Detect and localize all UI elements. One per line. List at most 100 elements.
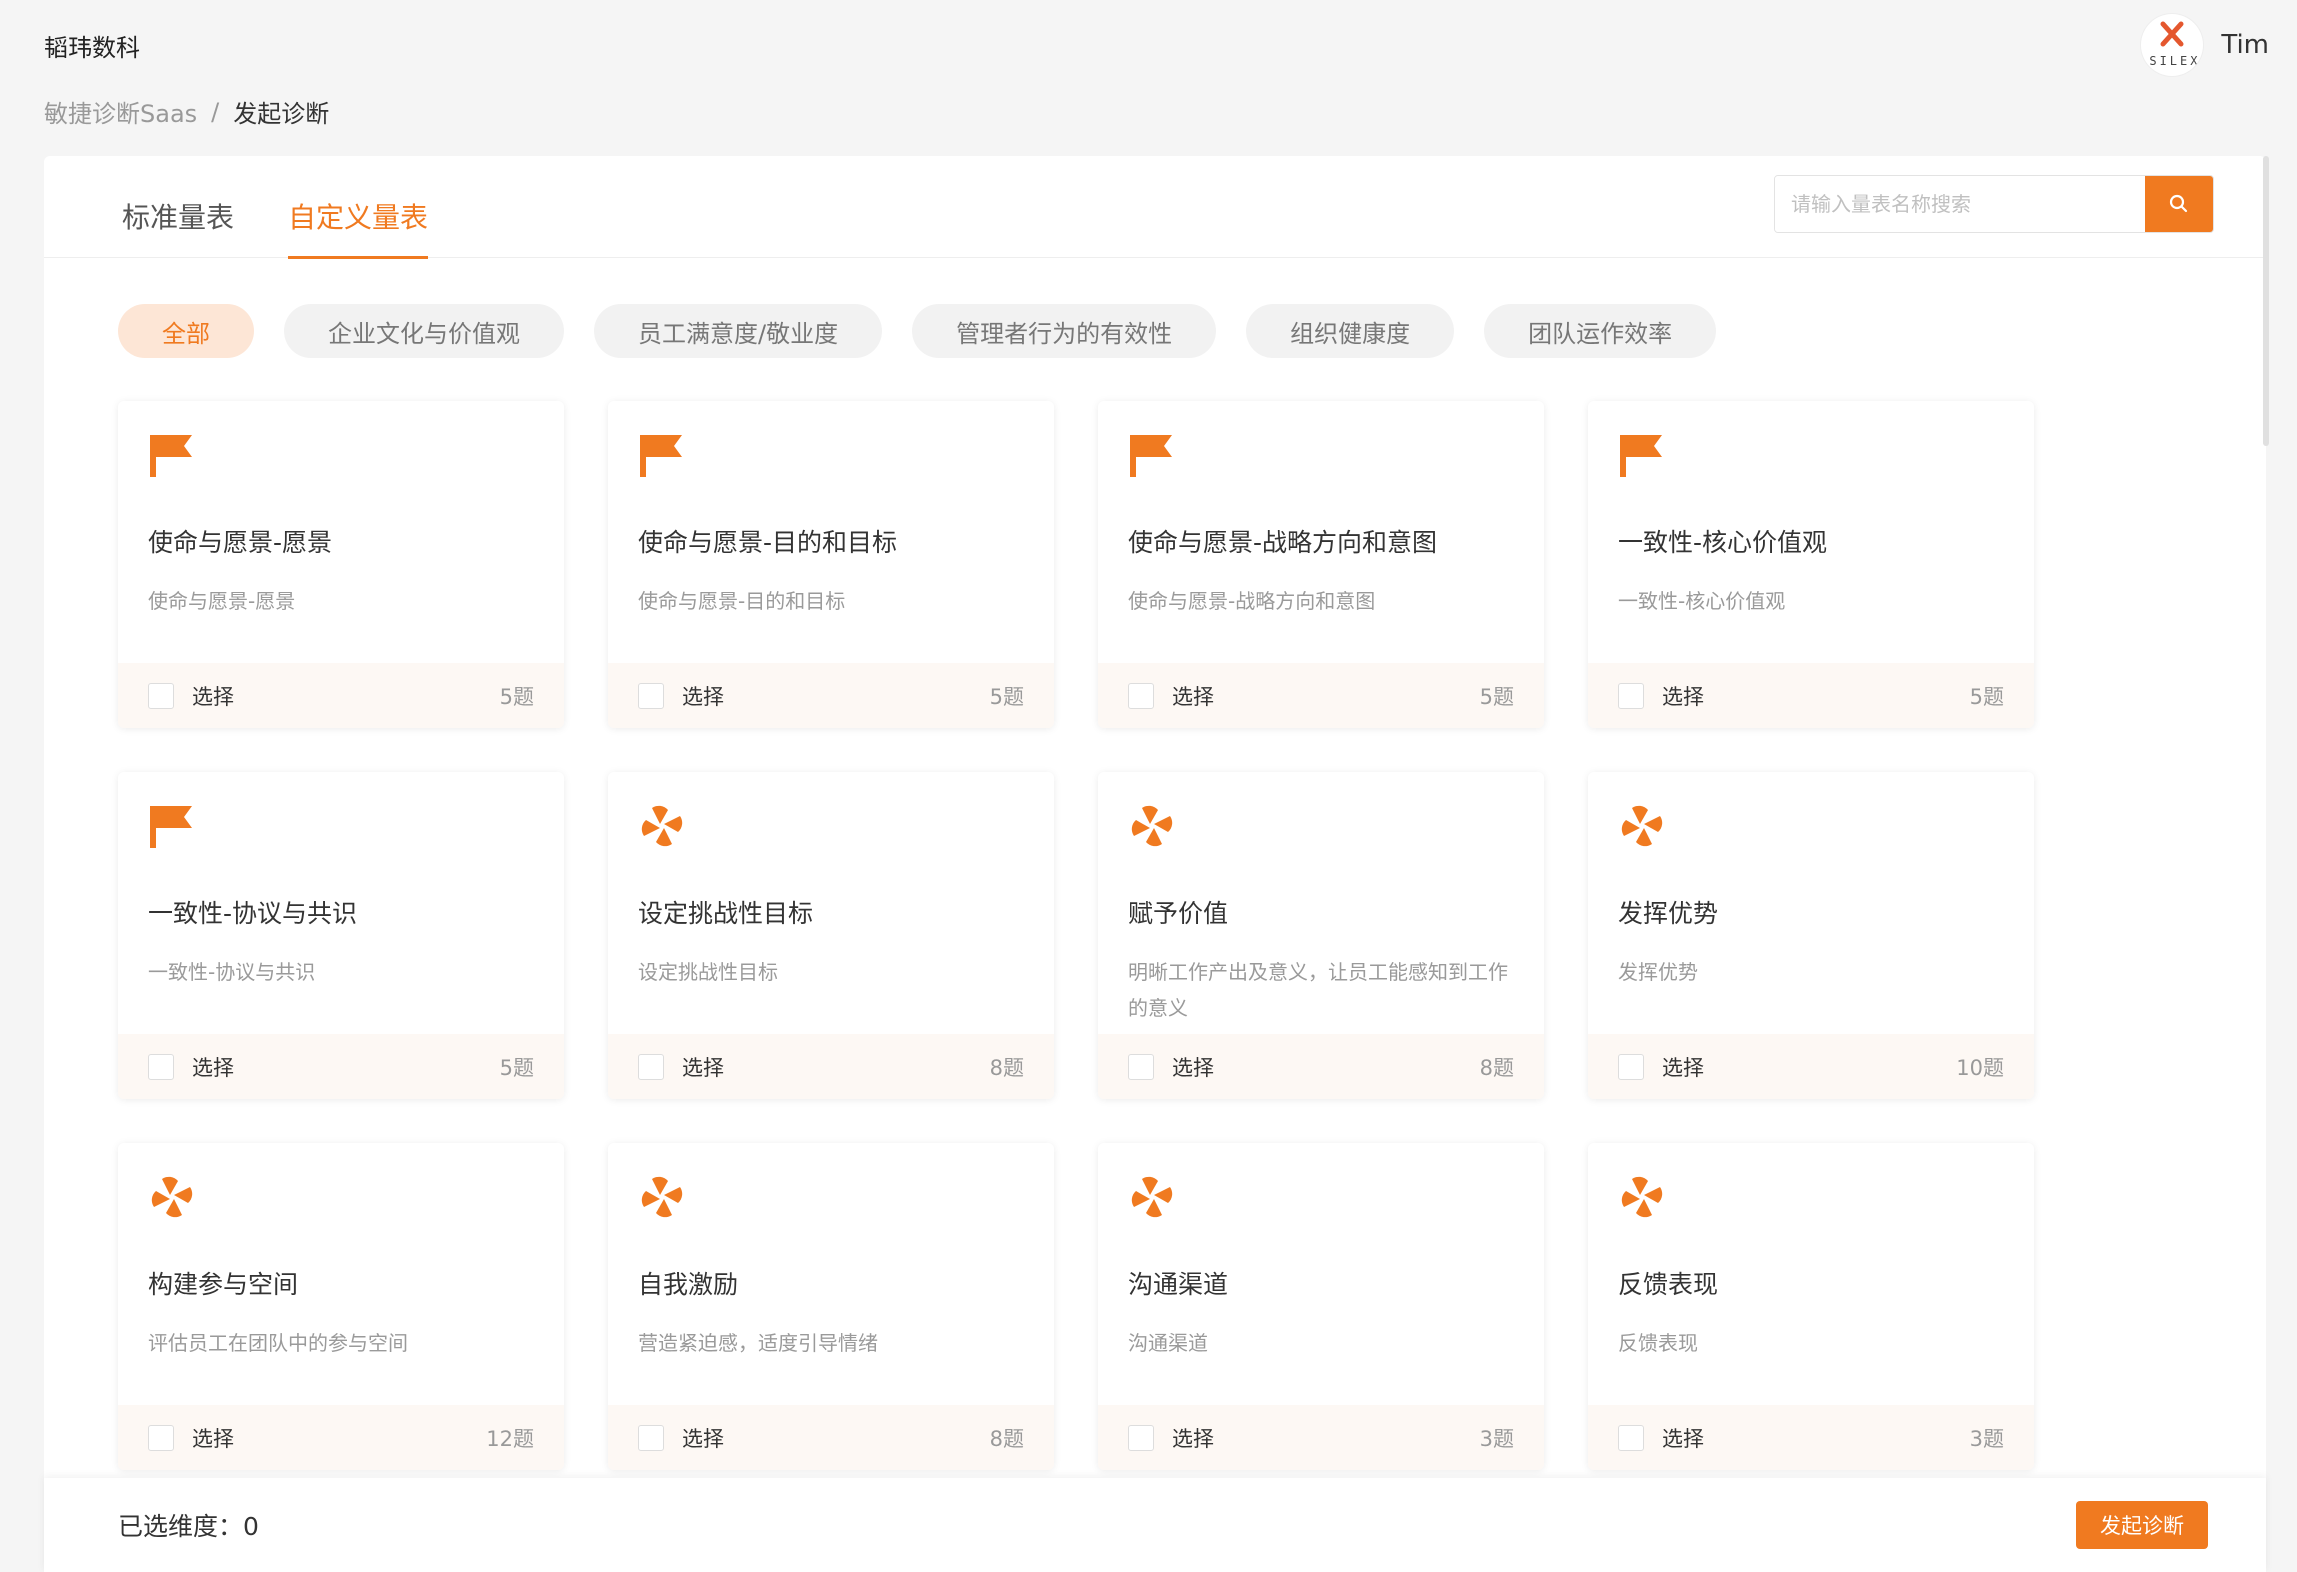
question-count: 3题 <box>1969 1426 2004 1451</box>
card-title: 使命与愿景-目的和目标 <box>638 528 898 557</box>
pinwheel-icon <box>1128 1173 1176 1221</box>
brand-name: 韬玮数科 <box>44 34 140 62</box>
card-footer: 选择 8题 <box>1098 1034 1544 1099</box>
card-description: 沟通渠道 <box>1128 1331 1208 1355</box>
card-footer: 选择 8题 <box>608 1405 1054 1470</box>
category-all[interactable]: 全部 <box>118 304 254 358</box>
card-footer: 选择 5题 <box>118 663 564 728</box>
bottom-action-bar: 已选维度：0 发起诊断 <box>44 1478 2266 1572</box>
select-label[interactable]: 选择 <box>192 681 500 711</box>
search-button[interactable] <box>2145 176 2213 232</box>
card-footer: 选择 10题 <box>1588 1034 2034 1099</box>
breadcrumb-separator: / <box>211 97 220 126</box>
search-icon <box>2169 194 2188 213</box>
breadcrumb: 敏捷诊断Saas / 发起诊断 <box>44 94 329 129</box>
pinwheel-icon <box>1128 802 1176 850</box>
pinwheel-icon <box>638 802 686 850</box>
card-title: 发挥优势 <box>1618 899 1719 928</box>
select-label[interactable]: 选择 <box>682 1423 990 1453</box>
select-label[interactable]: 选择 <box>1662 1052 1956 1082</box>
scale-card[interactable]: 沟通渠道 沟通渠道 选择 3题 <box>1098 1143 1544 1470</box>
select-checkbox[interactable] <box>148 1424 174 1451</box>
category-filters: 全部 企业文化与价值观 员工满意度/敬业度 管理者行为的有效性 组织健康度 团队… <box>118 304 1717 358</box>
card-description: 设定挑战性目标 <box>638 960 778 984</box>
selected-dimension-count: 已选维度：0 <box>118 1512 259 1541</box>
question-count: 5题 <box>499 684 534 709</box>
launch-diagnosis-button[interactable]: 发起诊断 <box>2076 1501 2208 1549</box>
category-satisfaction-engagement[interactable]: 员工满意度/敬业度 <box>594 304 883 358</box>
card-title: 使命与愿景-愿景 <box>148 528 333 557</box>
scale-card[interactable]: 使命与愿景-愿景 使命与愿景-愿景 选择 5题 <box>118 401 564 728</box>
select-checkbox[interactable] <box>1128 1424 1154 1451</box>
user-name[interactable]: Tim <box>2221 30 2269 60</box>
question-count: 8题 <box>989 1426 1024 1451</box>
select-label[interactable]: 选择 <box>1172 1423 1480 1453</box>
scale-card[interactable]: 构建参与空间 评估员工在团队中的参与空间 选择 12题 <box>118 1143 564 1470</box>
select-label[interactable]: 选择 <box>682 681 990 711</box>
card-footer: 选择 8题 <box>608 1034 1054 1099</box>
select-checkbox[interactable] <box>638 1424 664 1451</box>
avatar-text: SILEX <box>2149 54 2201 68</box>
card-description: 一致性-核心价值观 <box>1618 589 1786 613</box>
flag-icon <box>1128 431 1176 479</box>
scale-card[interactable]: 设定挑战性目标 设定挑战性目标 选择 8题 <box>608 772 1054 1099</box>
scale-card[interactable]: 使命与愿景-目的和目标 使命与愿景-目的和目标 选择 5题 <box>608 401 1054 728</box>
card-description: 使命与愿景-战略方向和意图 <box>1128 589 1376 613</box>
select-label[interactable]: 选择 <box>1662 681 1970 711</box>
scrollbar-thumb[interactable] <box>2263 156 2269 446</box>
search-input[interactable] <box>1775 176 2145 232</box>
tab-custom-scale[interactable]: 自定义量表 <box>288 196 429 259</box>
pinwheel-icon <box>1618 802 1666 850</box>
question-count: 5题 <box>499 1055 534 1080</box>
select-label[interactable]: 选择 <box>1172 681 1480 711</box>
category-culture-values[interactable]: 企业文化与价值观 <box>284 304 564 358</box>
question-count: 10题 <box>1956 1055 2004 1080</box>
select-label[interactable]: 选择 <box>192 1052 500 1082</box>
scale-card[interactable]: 一致性-核心价值观 一致性-核心价值观 选择 5题 <box>1588 401 2034 728</box>
card-footer: 选择 5题 <box>1098 663 1544 728</box>
avatar[interactable]: SILEX <box>2141 14 2204 76</box>
breadcrumb-parent[interactable]: 敏捷诊断Saas <box>44 94 197 129</box>
scale-card[interactable]: 使命与愿景-战略方向和意图 使命与愿景-战略方向和意图 选择 5题 <box>1098 401 1544 728</box>
scale-card[interactable]: 赋予价值 明晰工作产出及意义，让员工能感知到工作的意义 选择 8题 <box>1098 772 1544 1099</box>
card-description: 明晰工作产出及意义，让员工能感知到工作的意义 <box>1128 960 1508 1020</box>
pinwheel-icon <box>148 1173 196 1221</box>
scale-card[interactable]: 反馈表现 反馈表现 选择 3题 <box>1588 1143 2034 1470</box>
select-label[interactable]: 选择 <box>1662 1423 1970 1453</box>
category-manager-effectiveness[interactable]: 管理者行为的有效性 <box>912 304 1217 358</box>
user-menu[interactable]: SILEX Tim <box>2141 14 2269 76</box>
select-checkbox[interactable] <box>638 682 664 709</box>
tab-standard-scale[interactable]: 标准量表 <box>122 196 234 256</box>
card-footer: 选择 5题 <box>608 663 1054 728</box>
card-description: 评估员工在团队中的参与空间 <box>148 1331 408 1355</box>
search-box <box>1774 175 2214 233</box>
card-footer: 选择 3题 <box>1588 1405 2034 1470</box>
card-description: 发挥优势 <box>1618 960 1698 984</box>
card-title: 自我激励 <box>638 1270 739 1299</box>
select-label[interactable]: 选择 <box>192 1423 486 1453</box>
select-checkbox[interactable] <box>1128 682 1154 709</box>
question-count: 8题 <box>1479 1055 1514 1080</box>
select-checkbox[interactable] <box>148 682 174 709</box>
card-footer: 选择 12题 <box>118 1405 564 1470</box>
card-title: 一致性-协议与共识 <box>148 899 358 928</box>
scale-card[interactable]: 自我激励 营造紧迫感，适度引导情绪 选择 8题 <box>608 1143 1054 1470</box>
select-label[interactable]: 选择 <box>682 1052 990 1082</box>
question-count: 5题 <box>1479 684 1514 709</box>
select-checkbox[interactable] <box>1128 1053 1154 1080</box>
card-footer: 选择 5题 <box>118 1034 564 1099</box>
select-checkbox[interactable] <box>1618 1053 1644 1080</box>
card-description: 一致性-协议与共识 <box>148 960 316 984</box>
scale-card[interactable]: 一致性-协议与共识 一致性-协议与共识 选择 5题 <box>118 772 564 1099</box>
select-checkbox[interactable] <box>148 1053 174 1080</box>
scale-card-grid: 使命与愿景-愿景 使命与愿景-愿景 选择 5题 使命与愿景-目的和目标 使命与愿景-目的和… <box>118 401 2034 1470</box>
select-label[interactable]: 选择 <box>1172 1052 1480 1082</box>
scale-card[interactable]: 发挥优势 发挥优势 选择 10题 <box>1588 772 2034 1099</box>
main-panel: 标准量表 自定义量表 全部 企业文化与价值观 员工满意度/敬业度 管理者行为的有… <box>44 156 2266 1486</box>
select-checkbox[interactable] <box>1618 682 1644 709</box>
select-checkbox[interactable] <box>1618 1424 1644 1451</box>
category-org-health[interactable]: 组织健康度 <box>1246 304 1455 358</box>
category-team-efficiency[interactable]: 团队运作效率 <box>1484 304 1717 358</box>
question-count: 5题 <box>1969 684 2004 709</box>
select-checkbox[interactable] <box>638 1053 664 1080</box>
